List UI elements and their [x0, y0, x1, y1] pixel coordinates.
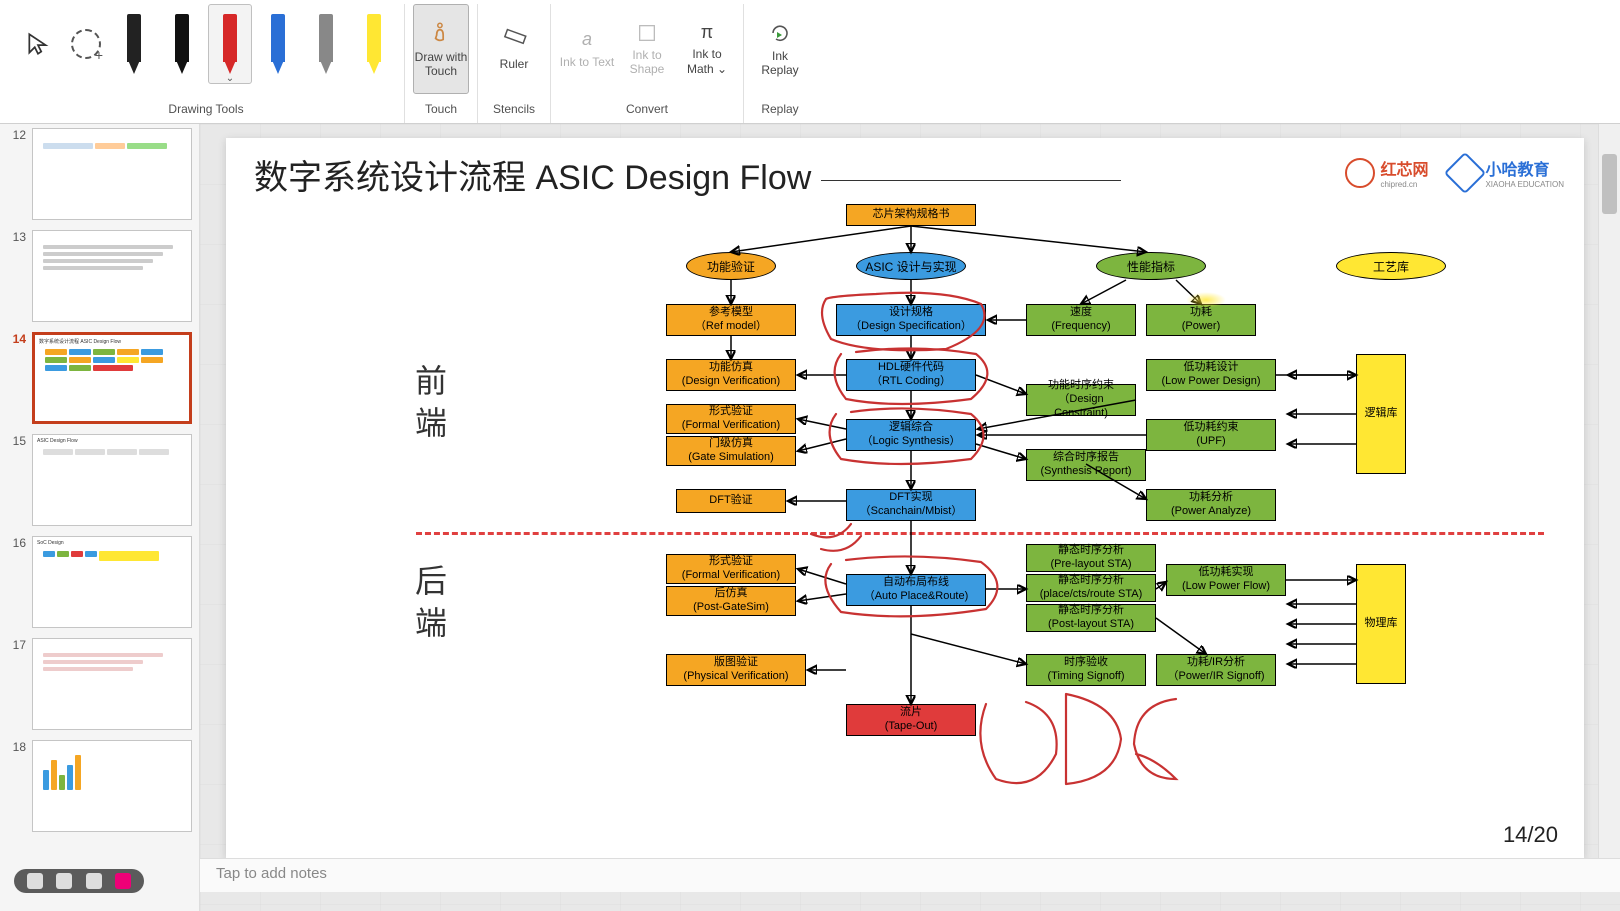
- ink-to-shape-button[interactable]: Ink to Shape: [619, 4, 675, 94]
- box-gate-sim: 门级仿真(Gate Simulation): [666, 436, 796, 466]
- slide-thumbnails-panel[interactable]: 12 13 14数字系统设计流程 ASIC Design Flow 15ASIC…: [0, 124, 200, 911]
- thumb-18[interactable]: 18: [6, 740, 193, 832]
- float-icon-3[interactable]: [86, 873, 102, 889]
- thumb-17[interactable]: 17: [6, 638, 193, 730]
- group-label-stencils: Stencils: [493, 100, 535, 118]
- ribbon-group-drawing: ⌄ Drawing Tools: [8, 4, 405, 123]
- box-rtl: HDL硬件代码（RTL Coding）: [846, 359, 976, 391]
- float-icon-2[interactable]: [56, 873, 72, 889]
- flow-arrows: [416, 204, 1544, 838]
- asic-flow-diagram: 芯片架构规格书 功能验证 ASIC 设计与实现 性能指标 工艺库 参考模型（Re…: [416, 204, 1544, 838]
- box-pre-sta: 静态时序分析(Pre-layout STA): [1026, 544, 1156, 572]
- thumb-12[interactable]: 12: [6, 128, 193, 220]
- yellow-highlight: [1186, 292, 1226, 308]
- pen-black-thin[interactable]: [112, 4, 156, 84]
- logo-chipred: 红芯网chipred.cn: [1345, 156, 1428, 189]
- float-icon-4[interactable]: [115, 873, 131, 889]
- draw-with-touch-button[interactable]: Draw with Touch: [413, 4, 469, 94]
- box-low-power-design: 低功耗设计(Low Power Design): [1146, 359, 1276, 391]
- thumb-14[interactable]: 14数字系统设计流程 ASIC Design Flow: [6, 332, 193, 424]
- ribbon: ⌄ Drawing Tools Draw with Touch Touch Ru…: [0, 0, 1620, 124]
- box-dft-ver: DFT验证: [676, 489, 786, 513]
- float-icon-1[interactable]: [27, 873, 43, 889]
- pen-gray[interactable]: [304, 4, 348, 84]
- thumb-16[interactable]: 16SoC Design: [6, 536, 193, 628]
- ribbon-group-touch: Draw with Touch Touch: [405, 4, 478, 123]
- ribbon-group-convert: aInk to Text Ink to Shape πInk to Math ⌄…: [551, 4, 744, 123]
- box-constraint: 功能时序约束（Design Constraint): [1026, 384, 1136, 416]
- cursor-tool[interactable]: [16, 4, 60, 84]
- logo-xiaoha: 小哈教育XIAOHA EDUCATION: [1450, 156, 1564, 189]
- page-counter: 14/20: [1503, 822, 1558, 848]
- ell-asic-design: ASIC 设计与实现: [856, 252, 966, 280]
- pen-blue[interactable]: [256, 4, 300, 84]
- box-logic-synth: 逻辑综合（Logic Synthesis）: [846, 419, 976, 451]
- ink-to-math-button[interactable]: πInk to Math ⌄: [679, 4, 735, 94]
- box-physical-lib: 物理库: [1356, 564, 1406, 684]
- box-ref-model: 参考模型（Ref model）: [666, 304, 796, 336]
- group-label-replay: Replay: [761, 100, 798, 118]
- box-tapeout: 流片(Tape-Out): [846, 704, 976, 736]
- pen-black[interactable]: [160, 4, 204, 84]
- floating-toolbar[interactable]: [14, 869, 144, 893]
- ell-perf: 性能指标: [1096, 252, 1206, 280]
- box-logic-lib: 逻辑库: [1356, 354, 1406, 474]
- box-low-power-flow: 低功耗实现(Low Power Flow): [1166, 564, 1286, 596]
- box-synth-report: 综合时序报告(Synthesis Report): [1026, 449, 1146, 481]
- group-label-touch: Touch: [425, 100, 457, 118]
- box-frequency: 速度(Frequency): [1026, 304, 1136, 336]
- box-timing-signoff: 时序验收(Timing Signoff): [1026, 654, 1146, 686]
- box-upf: 低功耗约束(UPF): [1146, 419, 1276, 451]
- lasso-tool[interactable]: [64, 4, 108, 84]
- group-label-convert: Convert: [626, 100, 668, 118]
- label-frontend: 前端: [406, 364, 452, 448]
- box-post-sta: 静态时序分析(Post-layout STA): [1026, 604, 1156, 632]
- thumb-13[interactable]: 13: [6, 230, 193, 322]
- ink-replay-button[interactable]: Ink Replay: [752, 4, 808, 94]
- box-design-ver: 功能仿真(Design Verification): [666, 359, 796, 391]
- box-power: 功耗(Power): [1146, 304, 1256, 336]
- main-area: 12 13 14数字系统设计流程 ASIC Design Flow 15ASIC…: [0, 124, 1620, 911]
- vertical-scrollbar[interactable]: [1598, 124, 1620, 877]
- ribbon-group-stencils: Ruler Stencils: [478, 4, 551, 123]
- slide-stage-wrap: 数字系统设计流程 ASIC Design Flow 红芯网chipred.cn …: [200, 124, 1620, 911]
- ink-to-text-button[interactable]: aInk to Text: [559, 4, 615, 94]
- box-apr: 自动布局布线（Auto Place&Route): [846, 574, 986, 606]
- group-label-drawing: Drawing Tools: [168, 100, 243, 118]
- slide-canvas[interactable]: 数字系统设计流程 ASIC Design Flow 红芯网chipred.cn …: [226, 138, 1584, 858]
- dash-separator: [416, 532, 1544, 535]
- notes-pane[interactable]: Tap to add notes: [200, 858, 1620, 892]
- box-design-spec: 设计规格（Design Specification）: [836, 304, 986, 336]
- ell-func-ver: 功能验证: [686, 252, 776, 280]
- box-power-signoff: 功耗/IR分析（Power/IR Signoff): [1156, 654, 1276, 686]
- box-formal-ver-1: 形式验证(Formal Verification): [666, 404, 796, 434]
- label-backend: 后端: [406, 564, 452, 648]
- highlighter-yellow[interactable]: [352, 4, 396, 84]
- box-post-gatesim: 后仿真(Post-GateSim): [666, 586, 796, 616]
- ruler-button[interactable]: Ruler: [486, 4, 542, 94]
- box-chip-spec: 芯片架构规格书: [846, 204, 976, 226]
- box-cts-sta: 静态时序分析(place/cts/route STA): [1026, 574, 1156, 602]
- slide-title: 数字系统设计流程 ASIC Design Flow: [254, 150, 1121, 199]
- ell-process-lib: 工艺库: [1336, 252, 1446, 280]
- pen-red[interactable]: ⌄: [208, 4, 252, 84]
- box-dft-impl: DFT实现（Scanchain/Mbist）: [846, 489, 976, 521]
- box-phys-ver: 版图验证(Physical Verification): [666, 654, 806, 686]
- ribbon-group-replay: Ink Replay Replay: [744, 4, 816, 123]
- thumb-15[interactable]: 15ASIC Design Flow: [6, 434, 193, 526]
- slide-logos: 红芯网chipred.cn 小哈教育XIAOHA EDUCATION: [1345, 156, 1564, 189]
- box-power-analyze: 功耗分析(Power Analyze): [1146, 489, 1276, 521]
- box-formal-ver-2: 形式验证(Formal Verification): [666, 554, 796, 584]
- red-ink-annotations: [416, 204, 1544, 838]
